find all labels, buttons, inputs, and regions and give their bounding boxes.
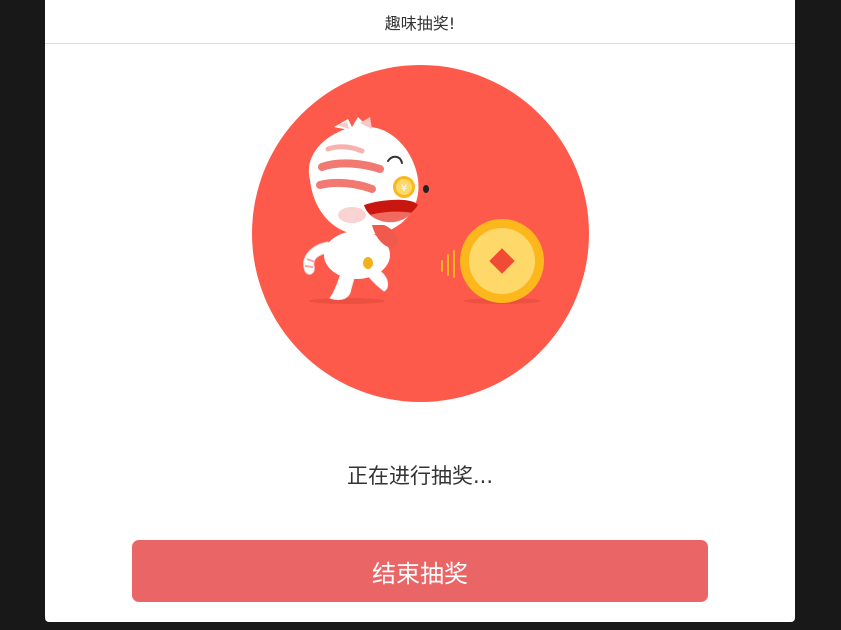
lottery-status-text: 正在进行抽奖... xyxy=(346,464,494,488)
dialog-header: 趣味抽奖! xyxy=(45,0,795,44)
lottery-dialog: 趣味抽奖! ¥ 正在进行抽奖... 结束抽奖 xyxy=(45,0,795,622)
coin-eye-symbol: ¥ xyxy=(401,183,407,194)
dialog-title: 趣味抽奖! xyxy=(384,13,456,33)
end-lottery-button[interactable]: 结束抽奖 xyxy=(132,540,708,602)
lottery-illustration: ¥ xyxy=(252,65,589,402)
cat-chasing-coin-icon: ¥ xyxy=(252,65,589,402)
